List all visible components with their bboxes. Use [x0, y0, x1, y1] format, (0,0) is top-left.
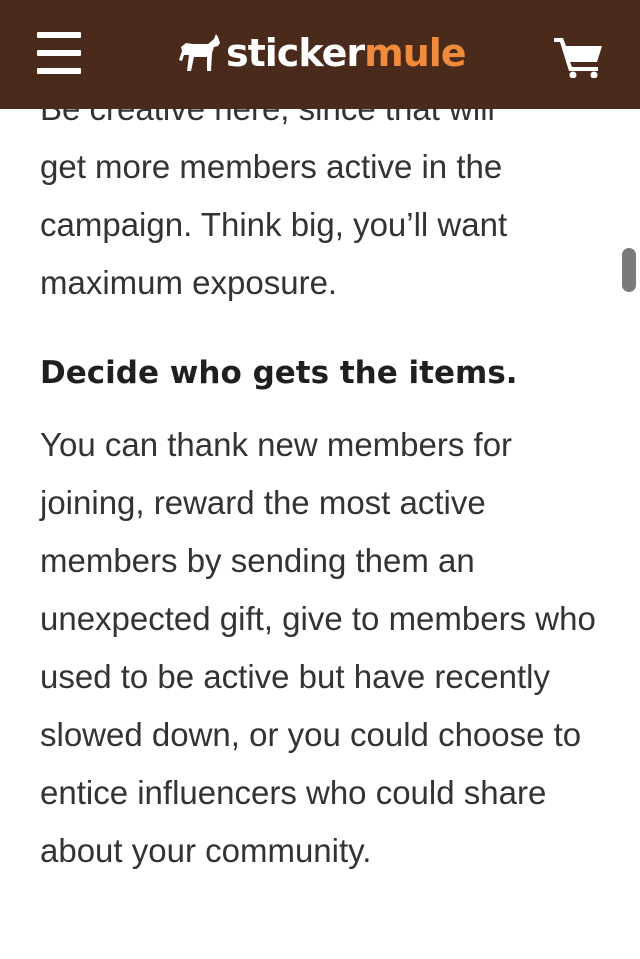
section-heading: Decide who gets the items.	[40, 355, 518, 391]
body-paragraph: You can thank new members for joining, r…	[40, 426, 596, 869]
article-content: Be creative here, since that will get mo…	[40, 80, 610, 880]
logo-wordmark: stickermule	[226, 30, 467, 76]
shopping-cart-icon	[554, 38, 604, 82]
mule-icon	[178, 33, 222, 73]
scrollbar-thumb[interactable]	[622, 248, 636, 292]
site-header: stickermule	[0, 0, 640, 109]
cart-button[interactable]	[554, 36, 604, 79]
intro-paragraph: get more members active in the campaign.…	[40, 148, 508, 301]
sticker-mule-logo[interactable]: stickermule	[178, 30, 467, 76]
logo-text-sticker: sticker	[226, 31, 365, 75]
logo-text-mule: mule	[364, 31, 466, 75]
menu-button[interactable]	[37, 32, 81, 74]
